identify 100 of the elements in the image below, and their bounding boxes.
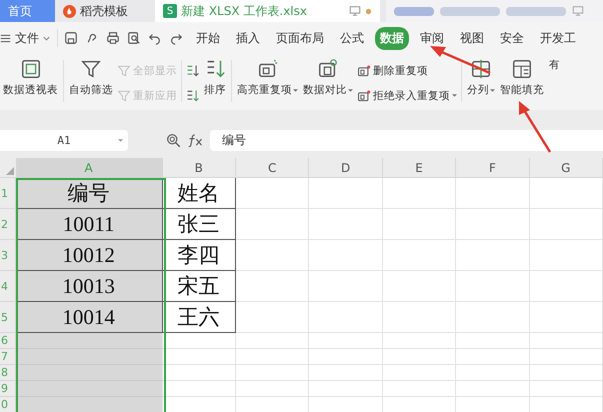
name-box[interactable]: A1: [0, 130, 128, 150]
table-cell[interactable]: 10014: [16, 302, 163, 333]
document-tab[interactable]: S 新建 XLSX 工作表.xlsx: [155, 0, 380, 22]
table-cell[interactable]: [236, 209, 310, 240]
column-header[interactable]: B: [162, 158, 236, 177]
ribbon-button[interactable]: 拒绝录入重复项: [357, 88, 457, 102]
table-cell[interactable]: [456, 365, 530, 381]
table-cell[interactable]: [309, 381, 383, 397]
select-all-icon[interactable]: [6, 167, 14, 175]
table-cell[interactable]: [16, 381, 163, 397]
table-cell[interactable]: [236, 333, 310, 349]
table-cell[interactable]: [236, 365, 310, 381]
monitor-icon[interactable]: [349, 5, 361, 17]
table-cell[interactable]: [382, 381, 456, 397]
ribbon-tab[interactable]: 安全: [495, 26, 529, 50]
table-cell[interactable]: [236, 178, 310, 209]
file-menu[interactable]: 文件: [15, 30, 39, 46]
ribbon-tab[interactable]: 视图: [455, 26, 489, 50]
table-cell[interactable]: [236, 271, 310, 302]
table-cell[interactable]: [162, 333, 236, 349]
column-header[interactable]: C: [236, 158, 310, 177]
column-header[interactable]: E: [382, 158, 456, 177]
blurred-tab[interactable]: [386, 0, 603, 22]
table-cell[interactable]: [382, 240, 456, 271]
table-cell[interactable]: 姓名: [162, 178, 236, 209]
table-cell[interactable]: 张三: [162, 209, 236, 240]
table-cell[interactable]: [382, 271, 456, 302]
table-cell[interactable]: [309, 271, 383, 302]
ribbon-tab[interactable]: 页面布局: [271, 26, 329, 50]
ribbon-tab[interactable]: 审阅: [415, 26, 449, 50]
table-cell[interactable]: [309, 349, 383, 365]
table-cell[interactable]: [236, 302, 310, 333]
table-cell[interactable]: 编号: [16, 178, 163, 209]
table-cell[interactable]: [382, 333, 456, 349]
table-cell[interactable]: [162, 365, 236, 381]
table-cell[interactable]: [16, 365, 163, 381]
print-icon[interactable]: [106, 31, 120, 45]
table-cell[interactable]: [309, 302, 383, 333]
formula-field[interactable]: 编号: [210, 130, 603, 150]
table-cell[interactable]: [16, 349, 163, 365]
table-cell[interactable]: 10011: [16, 209, 163, 240]
ribbon-tab[interactable]: 公式: [335, 26, 369, 50]
table-cell[interactable]: [530, 365, 603, 381]
table-cell[interactable]: [382, 365, 456, 381]
table-cell[interactable]: [382, 209, 456, 240]
table-cell[interactable]: [456, 209, 530, 240]
table-cell[interactable]: [530, 349, 603, 365]
ribbon-button[interactable]: 自动筛选: [68, 56, 114, 110]
sort-descending-button[interactable]: [186, 88, 200, 102]
menu-icon[interactable]: [0, 32, 11, 44]
ribbon-button[interactable]: 智能填充: [499, 56, 545, 110]
ribbon-button[interactable]: 分列: [466, 56, 496, 110]
table-cell[interactable]: [309, 178, 383, 209]
table-cell[interactable]: [309, 240, 383, 271]
save-icon[interactable]: [64, 31, 78, 45]
table-cell[interactable]: [456, 381, 530, 397]
table-cell[interactable]: [530, 240, 603, 271]
table-cell[interactable]: [456, 240, 530, 271]
table-cell[interactable]: [162, 381, 236, 397]
table-cell[interactable]: [162, 349, 236, 365]
table-cell[interactable]: [456, 333, 530, 349]
template-tab[interactable]: 稻壳模板: [55, 0, 155, 22]
table-cell[interactable]: [236, 381, 310, 397]
ribbon-button[interactable]: 删除重复项: [357, 64, 457, 78]
table-cell[interactable]: [530, 381, 603, 397]
monitor-icon[interactable]: [572, 5, 584, 17]
table-cell[interactable]: [309, 209, 383, 240]
zoom-icon[interactable]: [166, 132, 181, 148]
table-cell[interactable]: [530, 209, 603, 240]
table-cell[interactable]: [236, 349, 310, 365]
table-cell[interactable]: [382, 349, 456, 365]
ribbon-button[interactable]: 高亮重复项: [236, 56, 299, 110]
function-icon[interactable]: [187, 133, 204, 147]
table-cell[interactable]: [309, 365, 383, 381]
ribbon-tab[interactable]: 插入: [231, 26, 265, 50]
table-cell[interactable]: [309, 333, 383, 349]
table-cell[interactable]: 10013: [16, 271, 163, 302]
table-cell[interactable]: [530, 178, 603, 209]
table-cell[interactable]: [530, 333, 603, 349]
table-cell[interactable]: [456, 302, 530, 333]
ribbon-tab[interactable]: 开发工: [535, 26, 581, 50]
table-cell[interactable]: 王六: [162, 302, 236, 333]
table-cell[interactable]: [382, 178, 456, 209]
table-cell[interactable]: 宋五: [162, 271, 236, 302]
table-cell[interactable]: [236, 240, 310, 271]
table-cell[interactable]: [16, 333, 163, 349]
table-cell[interactable]: [456, 349, 530, 365]
sort-ascending-button[interactable]: [186, 64, 200, 78]
column-header[interactable]: F: [456, 158, 530, 177]
table-cell[interactable]: [382, 302, 456, 333]
print-preview-icon[interactable]: [127, 31, 141, 45]
column-header[interactable]: D: [309, 158, 383, 177]
table-cell[interactable]: [16, 397, 163, 412]
table-cell[interactable]: [456, 271, 530, 302]
ribbon-tab[interactable]: 开始: [191, 26, 225, 50]
column-header[interactable]: G: [530, 158, 603, 177]
ribbon-button[interactable]: 数据透视表: [2, 56, 59, 110]
table-cell[interactable]: [456, 178, 530, 209]
table-cell[interactable]: [530, 302, 603, 333]
table-cell[interactable]: 10012: [16, 240, 163, 271]
